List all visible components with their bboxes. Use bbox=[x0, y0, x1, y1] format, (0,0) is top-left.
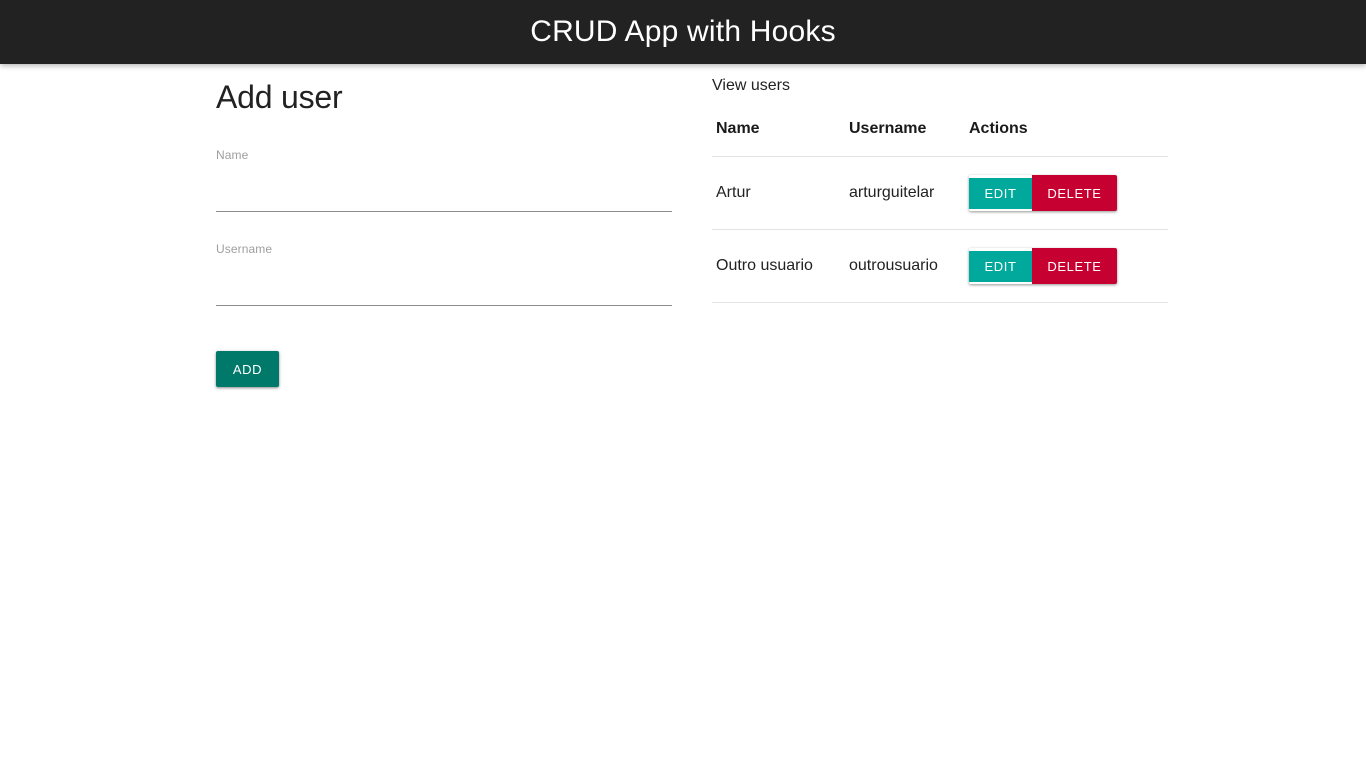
delete-button[interactable]: DELETE bbox=[1032, 175, 1117, 211]
username-field-label: Username bbox=[216, 242, 273, 256]
users-table: Name Username Actions Artur arturguitela… bbox=[712, 120, 1168, 303]
users-table-body: Artur arturguitelar EDIT DELETE Outro us… bbox=[712, 156, 1168, 303]
view-users-panel: View users Name Username Actions Artur a… bbox=[712, 64, 1168, 303]
delete-button[interactable]: DELETE bbox=[1032, 248, 1117, 284]
table-row: Artur arturguitelar EDIT DELETE bbox=[712, 156, 1168, 230]
row-action-group: EDIT DELETE bbox=[969, 175, 1117, 211]
row-action-group: EDIT DELETE bbox=[969, 248, 1117, 284]
edit-button[interactable]: EDIT bbox=[969, 250, 1032, 282]
cell-actions: EDIT DELETE bbox=[965, 156, 1168, 230]
page-content: Add user Name Username ADD View users Na… bbox=[0, 64, 1366, 387]
cell-name: Artur bbox=[712, 156, 845, 230]
app-title: CRUD App with Hooks bbox=[530, 15, 836, 48]
column-header-actions: Actions bbox=[965, 120, 1168, 157]
cell-actions: EDIT DELETE bbox=[965, 229, 1168, 303]
add-user-heading: Add user bbox=[216, 79, 343, 115]
cell-name: Outro usuario bbox=[712, 229, 845, 303]
users-table-head: Name Username Actions bbox=[712, 120, 1168, 157]
table-header-row: Name Username Actions bbox=[712, 120, 1168, 157]
app-header: CRUD App with Hooks bbox=[0, 0, 1366, 64]
cell-username: arturguitelar bbox=[845, 156, 965, 230]
column-header-name: Name bbox=[712, 120, 845, 157]
add-button[interactable]: ADD bbox=[216, 351, 279, 387]
column-header-username: Username bbox=[845, 120, 965, 157]
name-field-label: Name bbox=[216, 148, 249, 162]
name-input[interactable] bbox=[216, 172, 672, 212]
username-input[interactable] bbox=[216, 266, 672, 306]
cell-username: outrousuario bbox=[845, 229, 965, 303]
view-users-heading: View users bbox=[712, 77, 790, 94]
table-row: Outro usuario outrousuario EDIT DELETE bbox=[712, 229, 1168, 303]
add-user-panel: Add user Name Username ADD bbox=[216, 64, 706, 387]
name-field-group: Name bbox=[216, 148, 672, 212]
username-field-group: Username bbox=[216, 242, 672, 306]
edit-button[interactable]: EDIT bbox=[969, 177, 1032, 209]
